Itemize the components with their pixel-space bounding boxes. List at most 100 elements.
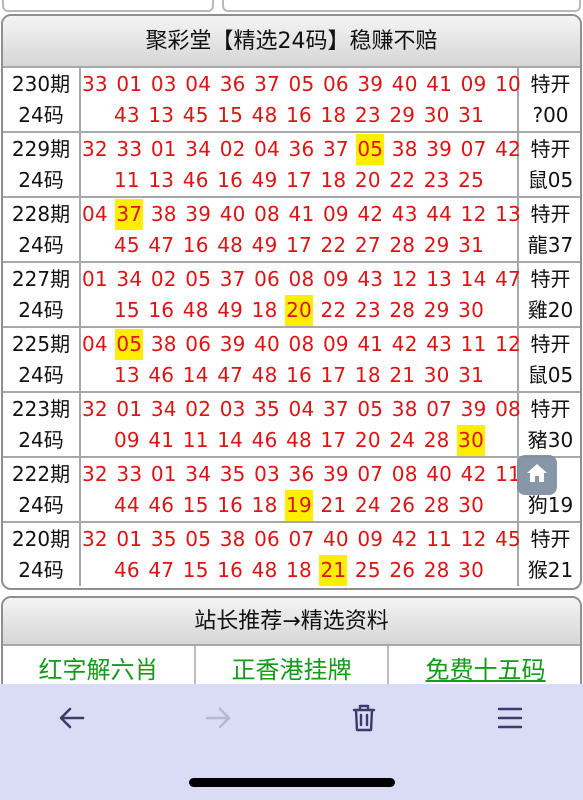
number: 01 [150,462,177,486]
numbers-line: 13 46 14 47 48 16 17 18 21 30 31 [81,360,517,391]
number: 30 [458,298,485,322]
number: 48 [251,363,278,387]
numbers-cell: 04 05 38 06 39 40 08 09 41 42 43 11 12 13… [81,328,521,391]
numbers-line: 32 33 01 34 02 04 36 37 05 38 39 07 42 [81,134,521,165]
number: 04 [254,137,280,161]
number: 34 [185,462,212,486]
number: 40 [254,332,280,356]
forward-button[interactable] [200,702,236,738]
special-label: 特开 [530,137,571,161]
number: 46 [182,168,209,192]
number: 48 [251,103,278,127]
issue-number: 222期 [11,462,71,486]
number: 08 [495,397,521,421]
number: 25 [354,558,381,582]
number: 15 [182,493,209,517]
numbers-line: 15 16 48 49 18 20 22 23 28 29 30 [81,295,517,326]
table-row: 223期 24码 32 01 34 02 03 35 04 37 05 38 07 … [3,393,580,458]
number: 18 [320,168,347,192]
number: 26 [389,558,416,582]
number: 29 [423,233,450,257]
number: 36 [288,462,315,486]
number: 11 [182,428,209,452]
number: 03 [254,462,280,486]
number: 06 [322,72,349,96]
number: 43 [113,103,140,127]
home-button[interactable] [517,455,557,495]
back-button[interactable] [54,702,90,738]
number: 33 [116,462,143,486]
number: 27 [354,233,381,257]
number: 13 [495,202,521,226]
number: 12 [495,332,521,356]
number: 04 [185,72,212,96]
number: 17 [320,363,347,387]
number: 30 [423,363,450,387]
number: 05 [185,527,212,551]
special-label: 特开 [530,332,571,356]
number: 30 [458,493,485,517]
number: 07 [426,397,453,421]
code-count: 24码 [18,558,64,582]
number: 13 [148,168,175,192]
number: 11 [113,168,140,192]
number: 11 [460,332,487,356]
panel-title: 聚彩堂【精选24码】稳赚不赔 [3,16,580,68]
number: 37 [254,72,280,96]
previous-cell-left [2,0,214,12]
number: 12 [460,527,487,551]
number: 31 [458,363,485,387]
number: 18 [251,493,278,517]
number: 20 [354,168,381,192]
number: 09 [322,202,349,226]
special-value: 雞20 [527,298,574,322]
number: 43 [391,202,418,226]
menu-button[interactable] [492,702,528,738]
number: 46 [113,558,140,582]
number: 04 [82,202,108,226]
number: 42 [391,332,418,356]
number: 34 [116,267,143,291]
number: 32 [82,137,108,161]
number: 38 [391,397,418,421]
table-row: 228期 24码 04 37 38 39 40 08 41 09 42 43 44 … [3,198,580,263]
number: 37 [219,267,246,291]
number: 14 [460,267,487,291]
numbers-line: 04 05 38 06 39 40 08 09 41 42 43 11 12 [81,329,521,360]
number: 13 [148,103,175,127]
number: 39 [185,202,212,226]
number: 40 [426,462,453,486]
number: 18 [354,363,381,387]
number: 22 [389,168,416,192]
number: 32 [82,397,108,421]
code-count: 24码 [18,168,64,192]
special-cell: 特开 鼠05 [519,133,580,196]
number: 02 [185,397,212,421]
number: 31 [458,233,485,257]
issue-number: 220期 [11,527,71,551]
number: 14 [217,428,244,452]
number: 17 [320,428,347,452]
number: 16 [217,493,244,517]
table-row: 225期 24码 04 05 38 06 39 40 08 09 41 42 43 … [3,328,580,393]
number: 07 [357,462,384,486]
number: 28 [423,493,450,517]
winning-number: 19 [285,490,313,521]
number: 41 [426,72,453,96]
number: 39 [322,462,349,486]
special-label: 特开 [530,202,571,226]
number: 35 [219,462,246,486]
delete-button[interactable] [346,702,382,738]
number: 39 [219,332,246,356]
number: 38 [150,332,177,356]
numbers-line: 32 33 01 34 35 03 36 39 07 08 40 42 11 [81,459,521,490]
number: 12 [460,202,487,226]
number: 37 [322,137,349,161]
issue-number: 230期 [11,72,71,96]
number: 03 [219,397,246,421]
number: 05 [357,397,384,421]
number: 42 [391,527,418,551]
numbers-line: 33 01 03 04 36 37 05 06 39 40 41 09 10 [81,69,521,100]
number: 01 [150,137,177,161]
number: 24 [389,428,416,452]
